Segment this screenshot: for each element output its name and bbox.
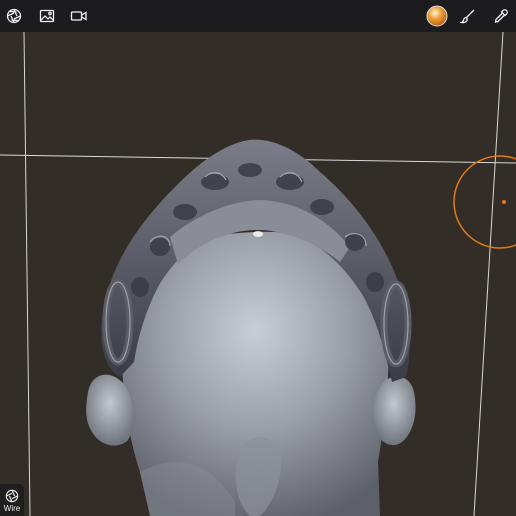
material-sphere-icon[interactable]: [426, 5, 448, 27]
brush-cursor: [453, 155, 516, 249]
aperture-icon[interactable]: [4, 6, 24, 26]
sculpt-viewport[interactable]: [0, 32, 516, 516]
brush-cursor-center: [502, 200, 506, 204]
image-icon[interactable]: [37, 6, 57, 26]
aperture-icon: [5, 489, 19, 503]
grid-line-left: [23, 32, 31, 516]
brush-icon[interactable]: [458, 6, 478, 26]
video-camera-icon[interactable]: [69, 6, 89, 26]
grid-line-right: [473, 32, 504, 516]
wire-label: Wire: [3, 504, 21, 513]
eyedropper-icon[interactable]: [491, 6, 511, 26]
wireframe-toggle-button[interactable]: Wire: [0, 484, 24, 516]
top-toolbar: [0, 0, 516, 32]
